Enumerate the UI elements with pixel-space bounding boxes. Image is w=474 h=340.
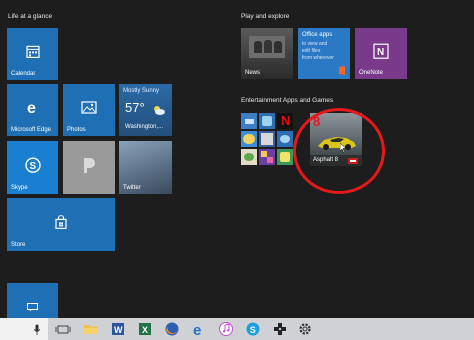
tile-label: OneNote	[359, 70, 384, 76]
weather-status: Mostly Sunny	[123, 88, 160, 94]
svg-text:N: N	[377, 47, 384, 58]
tile-label: Twitter	[123, 185, 141, 191]
tile-mini-9[interactable]	[277, 149, 293, 165]
edge-icon: e	[25, 99, 41, 117]
tile-netflix[interactable]: N	[277, 113, 293, 129]
taskbar: W X e S	[0, 318, 474, 340]
start-menu: Life at a glance Play and explore Entert…	[0, 0, 474, 340]
office-text-4: from wherever	[302, 55, 334, 61]
tile-mini-5[interactable]	[259, 131, 275, 147]
tile-microsoft-edge[interactable]: e Microsoft Edge	[7, 84, 58, 136]
tile-weather[interactable]: Mostly Sunny 57° Washington,...	[119, 84, 172, 136]
svg-text:S: S	[29, 161, 36, 172]
office-text-3: edit files	[302, 48, 321, 54]
itunes-icon[interactable]	[218, 321, 234, 337]
microphone-icon[interactable]	[34, 323, 40, 340]
svg-text:S: S	[250, 325, 256, 335]
tile-label: Calendar	[11, 71, 36, 77]
tile-store[interactable]: Store	[7, 198, 115, 251]
svg-text:e: e	[193, 322, 201, 337]
settings-icon[interactable]	[297, 321, 313, 337]
skype-icon: S	[24, 156, 41, 175]
news-photo	[249, 36, 285, 58]
tile-photos[interactable]: Photos	[63, 84, 115, 136]
tile-mini-1[interactable]	[241, 113, 257, 129]
tile-label: News	[245, 70, 261, 76]
svg-text:X: X	[142, 325, 148, 335]
tile-mini-7[interactable]	[241, 149, 257, 165]
tile-mini-2[interactable]	[259, 113, 275, 129]
tile-label: Skype	[11, 185, 28, 191]
tile-calendar[interactable]: Calendar	[7, 28, 58, 80]
office-text-1: Office apps	[302, 32, 333, 38]
photos-icon	[81, 101, 97, 116]
game-controller-icon[interactable]	[272, 321, 288, 337]
tile-get-office[interactable]: Office apps to view and edit files from …	[298, 28, 350, 79]
svg-text:W: W	[114, 325, 123, 335]
pandora-icon	[82, 156, 96, 176]
tile-mini-8[interactable]	[259, 149, 275, 165]
group-title-life: Life at a glance	[8, 13, 53, 20]
onenote-icon: N	[373, 43, 389, 61]
highlight-circle	[293, 108, 385, 194]
netflix-icon: N	[281, 113, 291, 128]
tile-pandora[interactable]	[63, 141, 115, 194]
office-text-2: to view and	[302, 41, 328, 47]
office-icon	[338, 66, 346, 77]
tile-feedback[interactable]	[7, 283, 58, 318]
sun-icon	[151, 104, 165, 118]
firefox-icon[interactable]	[164, 321, 180, 337]
excel-icon[interactable]: X	[137, 321, 153, 337]
tile-skype[interactable]: S Skype	[7, 141, 58, 194]
tile-mini-6[interactable]	[277, 131, 293, 147]
word-icon[interactable]: W	[110, 321, 126, 337]
svg-text:e: e	[27, 100, 36, 115]
weather-city: Washington,...	[125, 124, 164, 130]
search-box[interactable]	[0, 318, 48, 340]
tile-twitter[interactable]: Twitter	[119, 141, 172, 194]
file-explorer-icon[interactable]	[83, 321, 99, 337]
tile-label: Microsoft Edge	[11, 127, 52, 133]
tile-news[interactable]: News	[241, 28, 293, 79]
edge-icon[interactable]: e	[191, 321, 207, 339]
feedback-icon	[27, 303, 38, 314]
calendar-icon	[25, 44, 40, 60]
tile-label: Photos	[67, 127, 86, 133]
group-title-play: Play and explore	[241, 13, 290, 20]
group-title-entertainment: Entertainment Apps and Games	[241, 97, 334, 104]
weather-temperature: 57°	[125, 100, 145, 115]
tile-mini-4[interactable]	[241, 131, 257, 147]
tile-onenote[interactable]: N OneNote	[355, 28, 407, 79]
shopping-bag-icon	[54, 214, 68, 231]
task-view-icon[interactable]	[55, 321, 71, 337]
tile-label: Store	[11, 242, 26, 248]
skype-icon[interactable]: S	[245, 321, 261, 337]
